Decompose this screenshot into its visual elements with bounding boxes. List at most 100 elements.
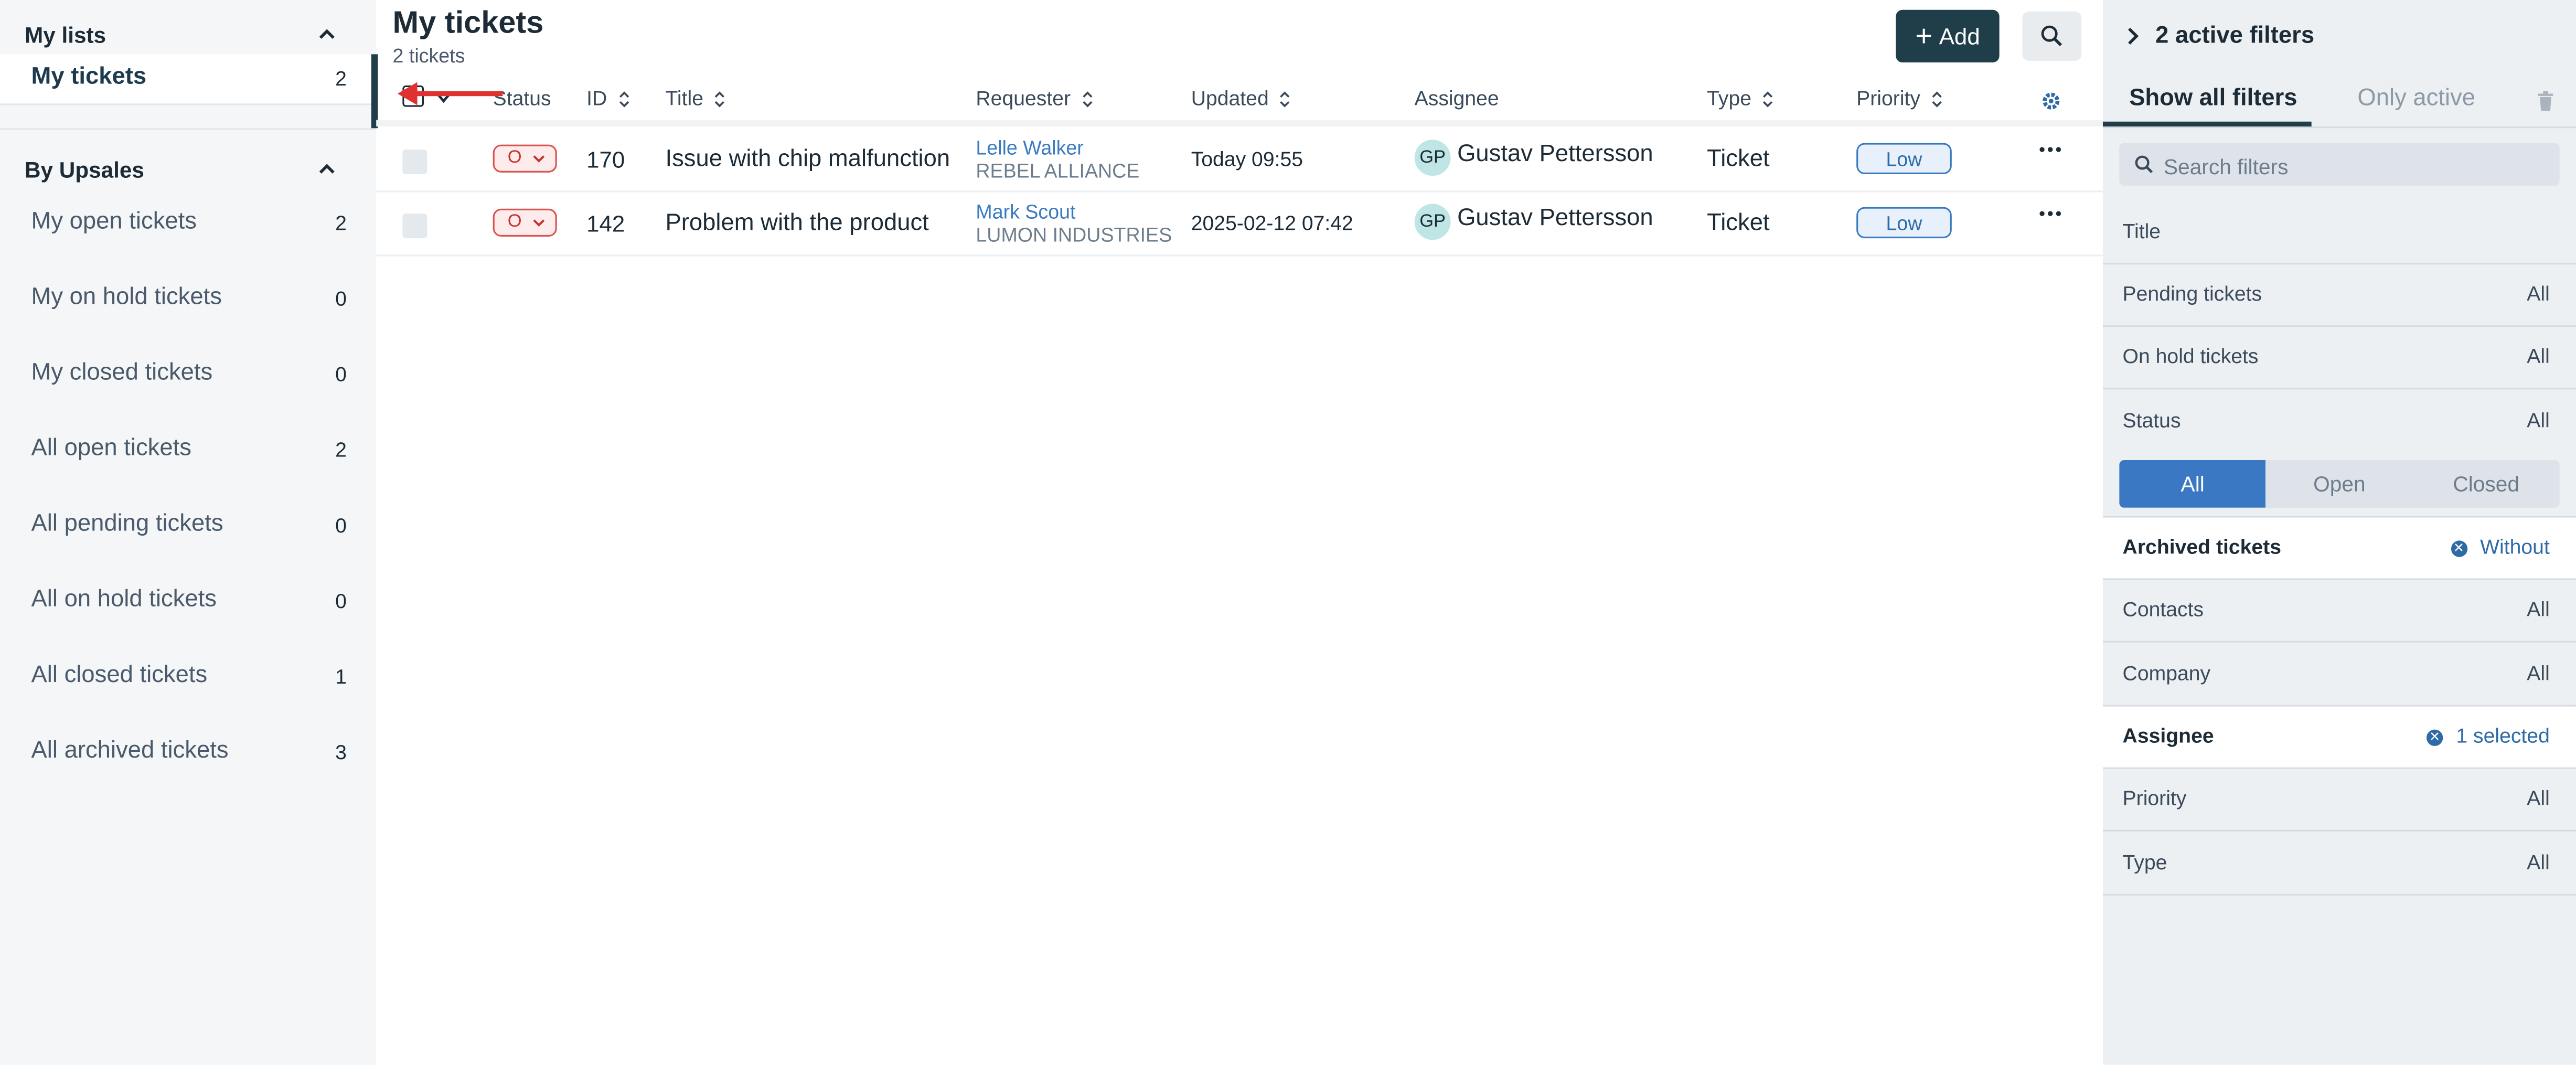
chevron-up-icon[interactable] <box>317 25 337 45</box>
sidebar-item-my-tickets[interactable]: My tickets 2 <box>0 54 377 105</box>
sidebar-item-all-closed-tickets[interactable]: All closed tickets 1 <box>0 652 376 701</box>
priority-badge[interactable]: Low <box>1856 207 1952 239</box>
chevron-down-icon <box>533 219 545 227</box>
filter-assignee[interactable]: Assignee ✕ 1 selected <box>2102 706 2576 769</box>
filter-value: All <box>2527 598 2550 621</box>
chevron-up-icon[interactable] <box>317 159 337 179</box>
sort-icon[interactable] <box>713 90 726 108</box>
more-options-icon[interactable] <box>2039 210 2062 217</box>
filter-search <box>2119 143 2560 186</box>
requester-name-link[interactable]: Lelle Walker <box>976 136 1139 159</box>
sidebar-item-my-open-tickets[interactable]: My open tickets 2 <box>0 199 376 248</box>
column-label: Type <box>1707 87 1752 110</box>
search-icon <box>2135 155 2153 174</box>
row-checkbox[interactable] <box>402 150 427 174</box>
sidebar-item-count: 0 <box>335 590 347 613</box>
filter-label: Assignee <box>2122 725 2214 748</box>
assignee-name: Gustav Pettersson <box>1457 205 1653 232</box>
column-header-title[interactable]: Title <box>665 87 726 110</box>
filter-priority[interactable]: Priority All <box>2102 769 2576 832</box>
status-label: O <box>507 212 522 232</box>
filter-label: Type <box>2122 851 2167 875</box>
filter-title[interactable]: Title <box>2102 202 2576 265</box>
chevron-down-icon <box>533 155 545 163</box>
requester-company: LUMON INDUSTRIES <box>976 223 1172 247</box>
priority-badge[interactable]: Low <box>1856 143 1952 174</box>
filter-search-input[interactable] <box>2160 150 2553 183</box>
column-header-requester[interactable]: Requester <box>976 87 1094 110</box>
clear-filter-icon[interactable]: ✕ <box>2427 729 2443 746</box>
status-option-open[interactable]: Open <box>2266 460 2413 508</box>
filter-label: Priority <box>2122 787 2187 811</box>
filter-status[interactable]: Status All <box>2103 391 2576 452</box>
filter-tabs: Show all filters Only active <box>2102 72 2576 129</box>
sidebar-item-all-open-tickets[interactable]: All open tickets 2 <box>0 425 376 475</box>
table-header: Status ID Title Requester Updated Assign… <box>376 77 2103 127</box>
sidebar-item-count: 2 <box>335 212 347 235</box>
avatar: GP <box>1414 140 1451 176</box>
sidebar-item-my-closed-tickets[interactable]: My closed tickets 0 <box>0 350 376 399</box>
filter-value: All <box>2527 345 2550 368</box>
filter-pending-tickets[interactable]: Pending tickets All <box>2102 264 2576 327</box>
ticket-type: Ticket <box>1707 146 1770 173</box>
requester-name-link[interactable]: Mark Scout <box>976 200 1172 223</box>
column-label: Requester <box>976 87 1071 110</box>
filter-archived-tickets[interactable]: Archived tickets ✕ Without <box>2102 517 2576 580</box>
sort-icon[interactable] <box>1279 90 1292 108</box>
tab-only-active[interactable]: Only active <box>2357 86 2475 112</box>
active-tab-indicator <box>2102 121 2312 127</box>
more-options-icon[interactable] <box>2039 146 2062 153</box>
table-row[interactable]: O 142 Problem with the product Mark Scou… <box>376 190 2103 257</box>
chevron-right-icon[interactable] <box>2126 26 2139 46</box>
sidebar-item-count: 1 <box>335 665 347 689</box>
sort-icon[interactable] <box>617 90 630 108</box>
sidebar-item-all-pending-tickets[interactable]: All pending tickets 0 <box>0 501 376 550</box>
sort-icon[interactable] <box>1081 90 1094 108</box>
column-header-priority[interactable]: Priority <box>1856 87 1943 110</box>
filter-contacts[interactable]: Contacts All <box>2102 580 2576 643</box>
sidebar-item-my-on-hold-tickets[interactable]: My on hold tickets 0 <box>0 274 376 324</box>
assignee-name: Gustav Pettersson <box>1457 141 1653 168</box>
sidebar-item-count: 3 <box>335 741 347 764</box>
status-option-all[interactable]: All <box>2119 460 2267 508</box>
filter-type[interactable]: Type All <box>2102 833 2576 896</box>
filter-value-text: Without <box>2480 536 2550 559</box>
filter-on-hold-tickets[interactable]: On hold tickets All <box>2102 327 2576 390</box>
sidebar-item-label: All closed tickets <box>31 662 208 689</box>
sort-icon[interactable] <box>1761 90 1775 108</box>
status-option-closed[interactable]: Closed <box>2413 460 2560 508</box>
column-header-updated[interactable]: Updated <box>1191 87 1292 110</box>
sidebar-item-label: All open tickets <box>31 435 191 462</box>
column-header-assignee[interactable]: Assignee <box>1415 87 1499 110</box>
sidebar-item-label: My closed tickets <box>31 359 213 387</box>
page-title: My tickets <box>392 6 544 41</box>
sort-icon[interactable] <box>1930 90 1943 108</box>
tab-show-all-filters[interactable]: Show all filters <box>2129 86 2297 112</box>
active-filters-title: 2 active filters <box>2155 23 2315 49</box>
ticket-title[interactable]: Problem with the product <box>665 210 928 237</box>
column-header-id[interactable]: ID <box>586 87 630 110</box>
row-checkbox[interactable] <box>402 214 427 239</box>
table-row[interactable]: O 170 Issue with chip malfunction Lelle … <box>376 126 2103 193</box>
filter-panel-header[interactable]: 2 active filters <box>2103 0 2576 72</box>
by-upsales-header[interactable]: By Upsales <box>0 151 376 187</box>
clear-filter-icon[interactable]: ✕ <box>2450 540 2467 557</box>
search-button[interactable] <box>2022 11 2082 61</box>
gear-icon[interactable] <box>2040 90 2062 112</box>
column-label: Priority <box>1856 87 1921 110</box>
ticket-title[interactable]: Issue with chip malfunction <box>665 146 950 173</box>
filter-value: All <box>2527 851 2550 875</box>
filter-value: All <box>2527 662 2550 686</box>
add-button[interactable]: + Add <box>1896 9 2000 63</box>
sidebar-item-all-archived-tickets[interactable]: All archived tickets 3 <box>0 728 376 777</box>
sidebar-item-all-on-hold-tickets[interactable]: All on hold tickets 0 <box>0 577 376 626</box>
requester: Lelle Walker REBEL ALLIANCE <box>976 136 1139 183</box>
trash-icon[interactable] <box>2537 90 2554 112</box>
status-badge[interactable]: O <box>493 144 557 173</box>
filter-company[interactable]: Company All <box>2102 644 2576 707</box>
status-badge[interactable]: O <box>493 208 557 237</box>
filter-label: Archived tickets <box>2122 536 2282 559</box>
add-button-label: Add <box>1939 23 1980 49</box>
my-lists-header[interactable]: My lists <box>0 16 376 52</box>
column-header-type[interactable]: Type <box>1707 87 1775 110</box>
